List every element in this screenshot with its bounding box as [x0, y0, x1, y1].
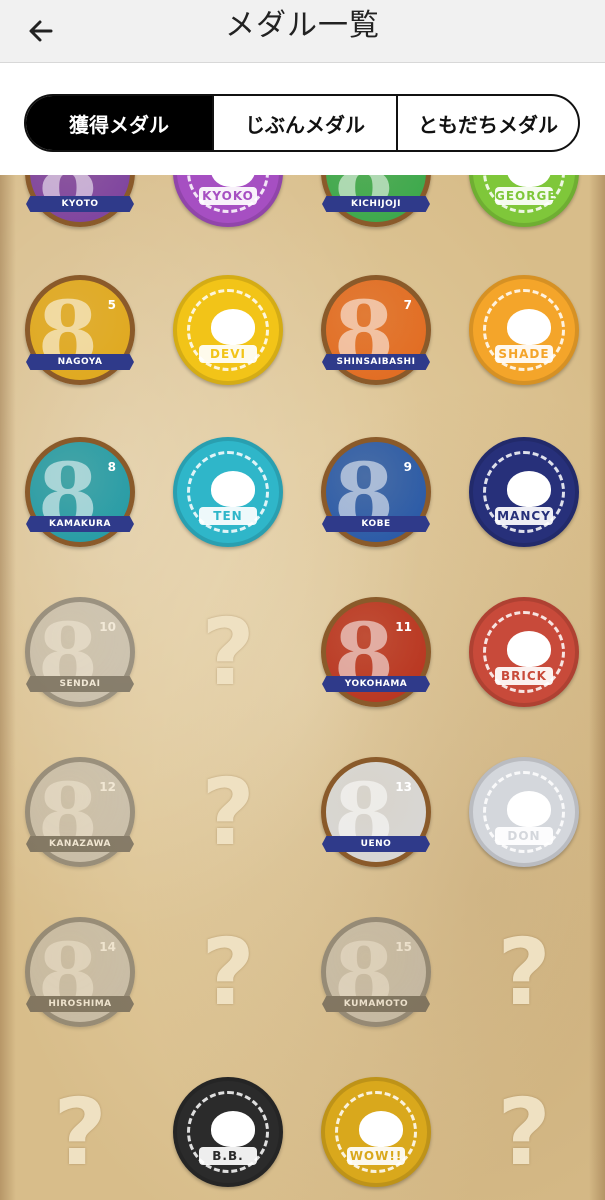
- medal-label: SHINSAIBASHI: [322, 354, 430, 370]
- medal-grid: 8KYOTOKYOKO8KICHIJOJIGEORGE85NAGOYADEVI8…: [0, 175, 605, 1200]
- page-title: メダル一覧: [225, 8, 380, 43]
- cat-face-icon: [507, 791, 551, 827]
- cat-face-icon: [211, 309, 255, 345]
- cat-face-icon: [507, 631, 551, 667]
- medal-number: 10: [99, 620, 116, 634]
- medal-number: 14: [99, 940, 116, 954]
- paper-edge-right: [589, 175, 605, 1200]
- cat-face-icon: [359, 1111, 403, 1147]
- unknown-medal[interactable]: ?: [469, 917, 579, 1027]
- character-medal[interactable]: MANCY: [469, 437, 579, 547]
- medal-label: DEVI: [199, 345, 257, 363]
- city-medal[interactable]: 8 13 UENO: [321, 757, 431, 867]
- unknown-medal[interactable]: ?: [173, 597, 283, 707]
- medal-label: HIROSHIMA: [26, 996, 134, 1012]
- city-medal[interactable]: 8 14 HIROSHIMA: [25, 917, 135, 1027]
- character-medal[interactable]: WOW!!: [321, 1077, 431, 1187]
- character-medal[interactable]: DON: [469, 757, 579, 867]
- city-medal[interactable]: 8 8 KAMAKURA: [25, 437, 135, 547]
- medal-number: 5: [107, 298, 116, 312]
- medal-label: KYOTO: [26, 196, 134, 212]
- medal-number: 12: [99, 780, 116, 794]
- city-medal[interactable]: 8 5 NAGOYA: [25, 275, 135, 385]
- medal-label: B.B.: [199, 1147, 257, 1165]
- tab-earned-medals[interactable]: 獲得メダル: [26, 96, 212, 150]
- city-medal[interactable]: 8 15 KUMAMOTO: [321, 917, 431, 1027]
- paper-edge-left: [0, 175, 16, 1200]
- medal-label: DON: [495, 827, 553, 845]
- medal-label: UENO: [322, 836, 430, 852]
- character-medal[interactable]: GEORGE: [469, 175, 579, 227]
- unknown-medal[interactable]: ?: [25, 1077, 135, 1187]
- medal-label: SHADE: [495, 345, 553, 363]
- city-medal[interactable]: 8 10 SENDAI: [25, 597, 135, 707]
- unknown-medal[interactable]: ?: [469, 1077, 579, 1187]
- tab-my-medals[interactable]: じぶんメダル: [212, 96, 396, 150]
- tab-bar: 獲得メダル じぶんメダル ともだちメダル: [0, 63, 605, 175]
- medal-number: 8: [107, 460, 116, 474]
- character-medal[interactable]: KYOKO: [173, 175, 283, 227]
- medal-label: YOKOHAMA: [322, 676, 430, 692]
- medal-label: KUMAMOTO: [322, 996, 430, 1012]
- medal-label: MANCY: [495, 507, 553, 525]
- character-medal[interactable]: DEVI: [173, 275, 283, 385]
- character-medal[interactable]: TEN: [173, 437, 283, 547]
- cat-face-icon: [211, 1111, 255, 1147]
- medal-label: BRICK: [495, 667, 553, 685]
- city-medal[interactable]: 8KICHIJOJI: [321, 175, 431, 227]
- medal-number: 7: [403, 298, 412, 312]
- medal-label: KANAZAWA: [26, 836, 134, 852]
- medal-number: 15: [395, 940, 412, 954]
- city-medal[interactable]: 8 9 KOBE: [321, 437, 431, 547]
- medal-label: KICHIJOJI: [322, 196, 430, 212]
- cat-face-icon: [507, 309, 551, 345]
- cat-face-icon: [507, 471, 551, 507]
- medal-label: WOW!!: [347, 1147, 405, 1165]
- medal-label: TEN: [199, 507, 257, 525]
- city-medal[interactable]: 8 12 KANAZAWA: [25, 757, 135, 867]
- medal-number: 9: [403, 460, 412, 474]
- cat-face-icon: [211, 471, 255, 507]
- medal-number: 11: [395, 620, 412, 634]
- app-header: メダル一覧: [0, 0, 605, 63]
- unknown-medal[interactable]: ?: [173, 917, 283, 1027]
- city-medal[interactable]: 8 11 YOKOHAMA: [321, 597, 431, 707]
- unknown-medal[interactable]: ?: [173, 757, 283, 867]
- medal-label: GEORGE: [495, 187, 557, 205]
- city-medal[interactable]: 8KYOTO: [25, 175, 135, 227]
- character-medal[interactable]: B.B.: [173, 1077, 283, 1187]
- medal-label: SENDAI: [26, 676, 134, 692]
- medal-label: NAGOYA: [26, 354, 134, 370]
- city-medal[interactable]: 8 7 SHINSAIBASHI: [321, 275, 431, 385]
- tab-friend-medals[interactable]: ともだちメダル: [396, 96, 578, 150]
- medal-label: KYOKO: [199, 187, 257, 205]
- medal-number: 13: [395, 780, 412, 794]
- segmented-control: 獲得メダル じぶんメダル ともだちメダル: [24, 94, 580, 152]
- medal-label: KOBE: [322, 516, 430, 532]
- character-medal[interactable]: BRICK: [469, 597, 579, 707]
- medal-label: KAMAKURA: [26, 516, 134, 532]
- character-medal[interactable]: SHADE: [469, 275, 579, 385]
